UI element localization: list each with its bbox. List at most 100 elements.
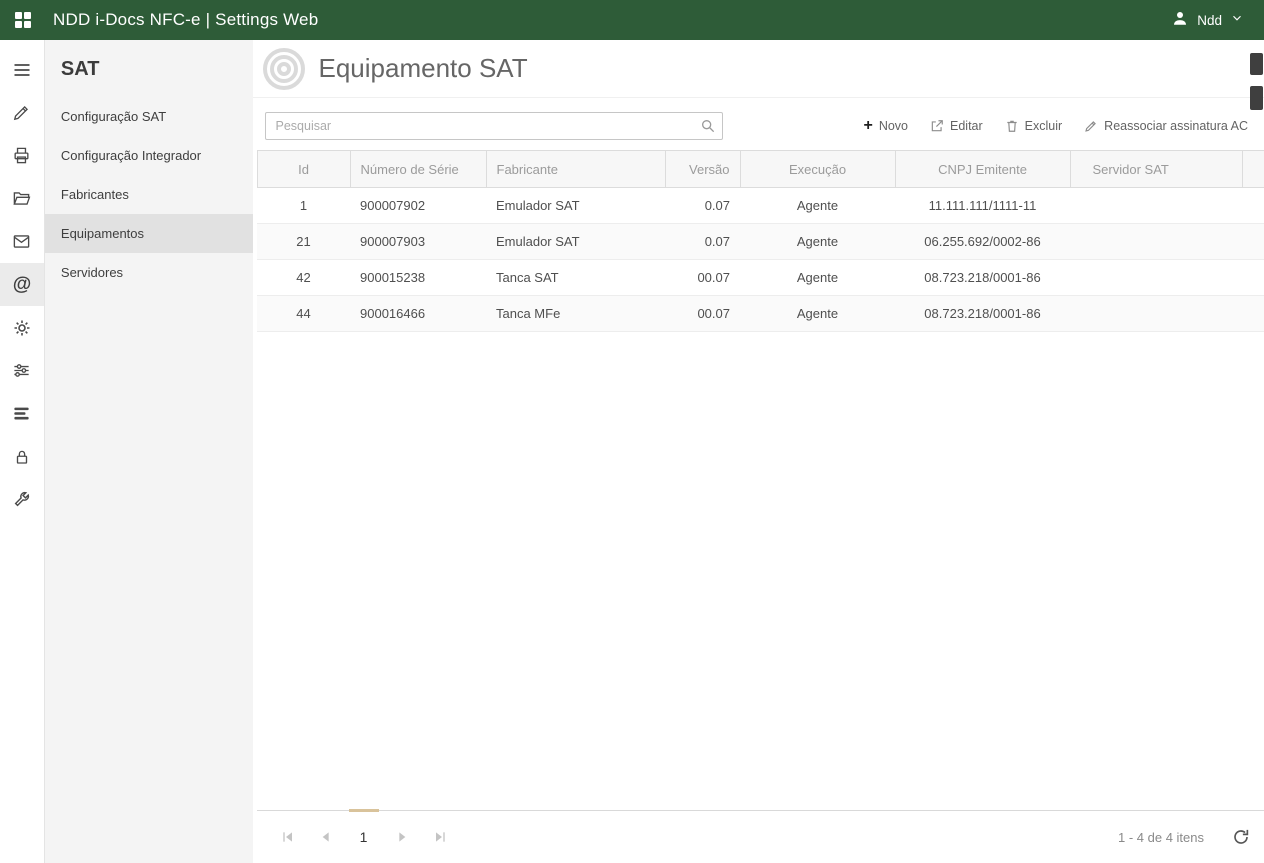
column-header-cnpj[interactable]: CNPJ Emitente [895,150,1071,188]
grid-toolbar: + Novo Editar Excluir Reassociar assinat… [253,98,1264,150]
cell-versao: 0.07 [665,187,740,224]
printer-icon [14,147,29,164]
rail-item-security[interactable] [0,435,44,478]
cell-fabricante: Emulador SAT [486,223,665,260]
page-title: Equipamento SAT [318,53,528,83]
column-header-fabricante[interactable]: Fabricante [486,150,666,188]
cell-serial: 900007903 [350,223,486,260]
cell-execucao: Agente [740,187,895,224]
user-name: Ndd [1197,12,1222,28]
rail-item-printer[interactable] [0,134,44,177]
mail-icon [14,235,30,248]
pager: 1 1 - 4 de 4 itens [256,809,1264,863]
table-row[interactable]: 21 900007903 Emulador SAT 0.07 Agente 06… [257,223,1264,260]
cell-cnpj: 06.255.692/0002-86 [895,223,1070,260]
pager-info: 1 - 4 de 4 itens [1118,829,1204,845]
app-title: NDD i-Docs NFC-e | Settings Web [53,10,319,29]
table-row[interactable]: 44 900016466 Tanca MFe 00.07 Agente 08.7… [257,295,1264,332]
brush-icon [14,106,29,121]
search-input[interactable] [264,112,723,140]
edit-icon [931,120,943,132]
page-number-1[interactable]: 1 [349,829,379,845]
rail-item-mail[interactable] [0,220,44,263]
last-page-button[interactable] [425,822,455,852]
wrench-icon [15,491,30,507]
cell-serial: 900016466 [350,295,486,332]
rail-item-brush[interactable] [0,91,44,134]
column-header-spacer [1242,150,1264,188]
sidebar-title: SAT [60,58,100,80]
refresh-button[interactable] [1232,828,1250,846]
column-header-id[interactable]: Id [256,150,351,188]
search-icon[interactable] [700,118,716,139]
last-page-icon [435,832,445,842]
menu-toggle[interactable] [0,48,44,91]
cell-cnpj: 11.111.111/1111-11 [895,187,1070,224]
plus-icon: + [863,117,873,134]
cell-execucao: Agente [740,223,895,260]
right-scrollbar [1250,53,1263,110]
cell-execucao: Agente [740,295,895,332]
cell-fabricante: Emulador SAT [486,187,665,224]
rail-item-parameters[interactable] [0,349,44,392]
next-page-button[interactable] [387,822,417,852]
sidebar-item-configuracao-sat[interactable]: Configuração SAT [45,97,253,136]
rail-item-settings[interactable] [0,306,44,349]
refresh-icon [1234,829,1249,844]
sidebar-item-configuracao-integrador[interactable]: Configuração Integrador [45,136,253,175]
trash-icon [1006,120,1017,132]
main-content: Equipamento SAT + Novo Editar [252,40,1264,863]
column-header-numero-serie[interactable]: Número de Série [350,150,487,188]
user-menu[interactable]: Ndd [1171,9,1264,32]
cell-fabricante: Tanca SAT [486,259,665,296]
first-page-button[interactable] [273,822,303,852]
sidebar-item-fabricantes[interactable]: Fabricantes [45,175,253,214]
folder-icon [13,192,31,205]
cell-id: 1 [257,187,350,224]
pencil-icon [1085,121,1097,132]
rail-item-sat[interactable]: @ [0,263,44,306]
top-bar: NDD i-Docs NFC-e | Settings Web Ndd [0,0,1264,40]
sidebar: SAT Configuração SAT Configuração Integr… [44,40,253,863]
stack-icon [14,407,30,420]
previous-page-button[interactable] [311,822,341,852]
scrollbar-thumb[interactable] [1250,86,1263,110]
cell-id: 44 [257,295,350,332]
cell-servidor [1070,187,1242,224]
cell-versao: 00.07 [665,259,740,296]
cell-id: 21 [257,223,350,260]
rail-item-servers[interactable] [0,392,44,435]
cell-versao: 0.07 [665,223,740,260]
table-row[interactable]: 1 900007902 Emulador SAT 0.07 Agente 11.… [257,187,1264,224]
cell-serial: 900007902 [350,187,486,224]
cell-cnpj: 08.723.218/0001-86 [895,259,1070,296]
rail-item-folder[interactable] [0,177,44,220]
cell-execucao: Agente [740,259,895,296]
rail-item-tools[interactable] [0,478,44,521]
cell-versao: 00.07 [665,295,740,332]
sidebar-item-equipamentos[interactable]: Equipamentos [44,214,253,253]
column-header-servidor-sat[interactable]: Servidor SAT [1070,150,1243,188]
column-header-versao[interactable]: Versão [665,150,741,188]
sidebar-item-servidores[interactable]: Servidores [45,253,253,292]
menu-icon [14,63,30,76]
cell-id: 42 [257,259,350,296]
reassign-signature-button[interactable]: Reassociar assinatura AC [1084,119,1248,133]
equipment-grid: Id Número de Série Fabricante Versão Exe… [253,150,1264,810]
edit-button[interactable]: Editar [930,119,983,133]
scrollbar-arrow-block[interactable] [1250,53,1263,75]
delete-button[interactable]: Excluir [1005,119,1062,133]
gear-icon [14,320,30,335]
at-icon: @ [12,273,32,295]
app-launcher-button[interactable] [0,0,45,40]
icon-rail: @ [0,40,45,863]
waffle-icon [14,12,31,28]
previous-page-icon [322,832,329,842]
next-page-icon [398,832,405,842]
cell-fabricante: Tanca MFe [486,295,665,332]
cell-servidor [1070,223,1242,260]
table-header-row: Id Número de Série Fabricante Versão Exe… [256,150,1264,188]
new-button[interactable]: + Novo [863,117,908,134]
column-header-execucao[interactable]: Execução [740,150,896,188]
table-row[interactable]: 42 900015238 Tanca SAT 00.07 Agente 08.7… [257,259,1264,296]
